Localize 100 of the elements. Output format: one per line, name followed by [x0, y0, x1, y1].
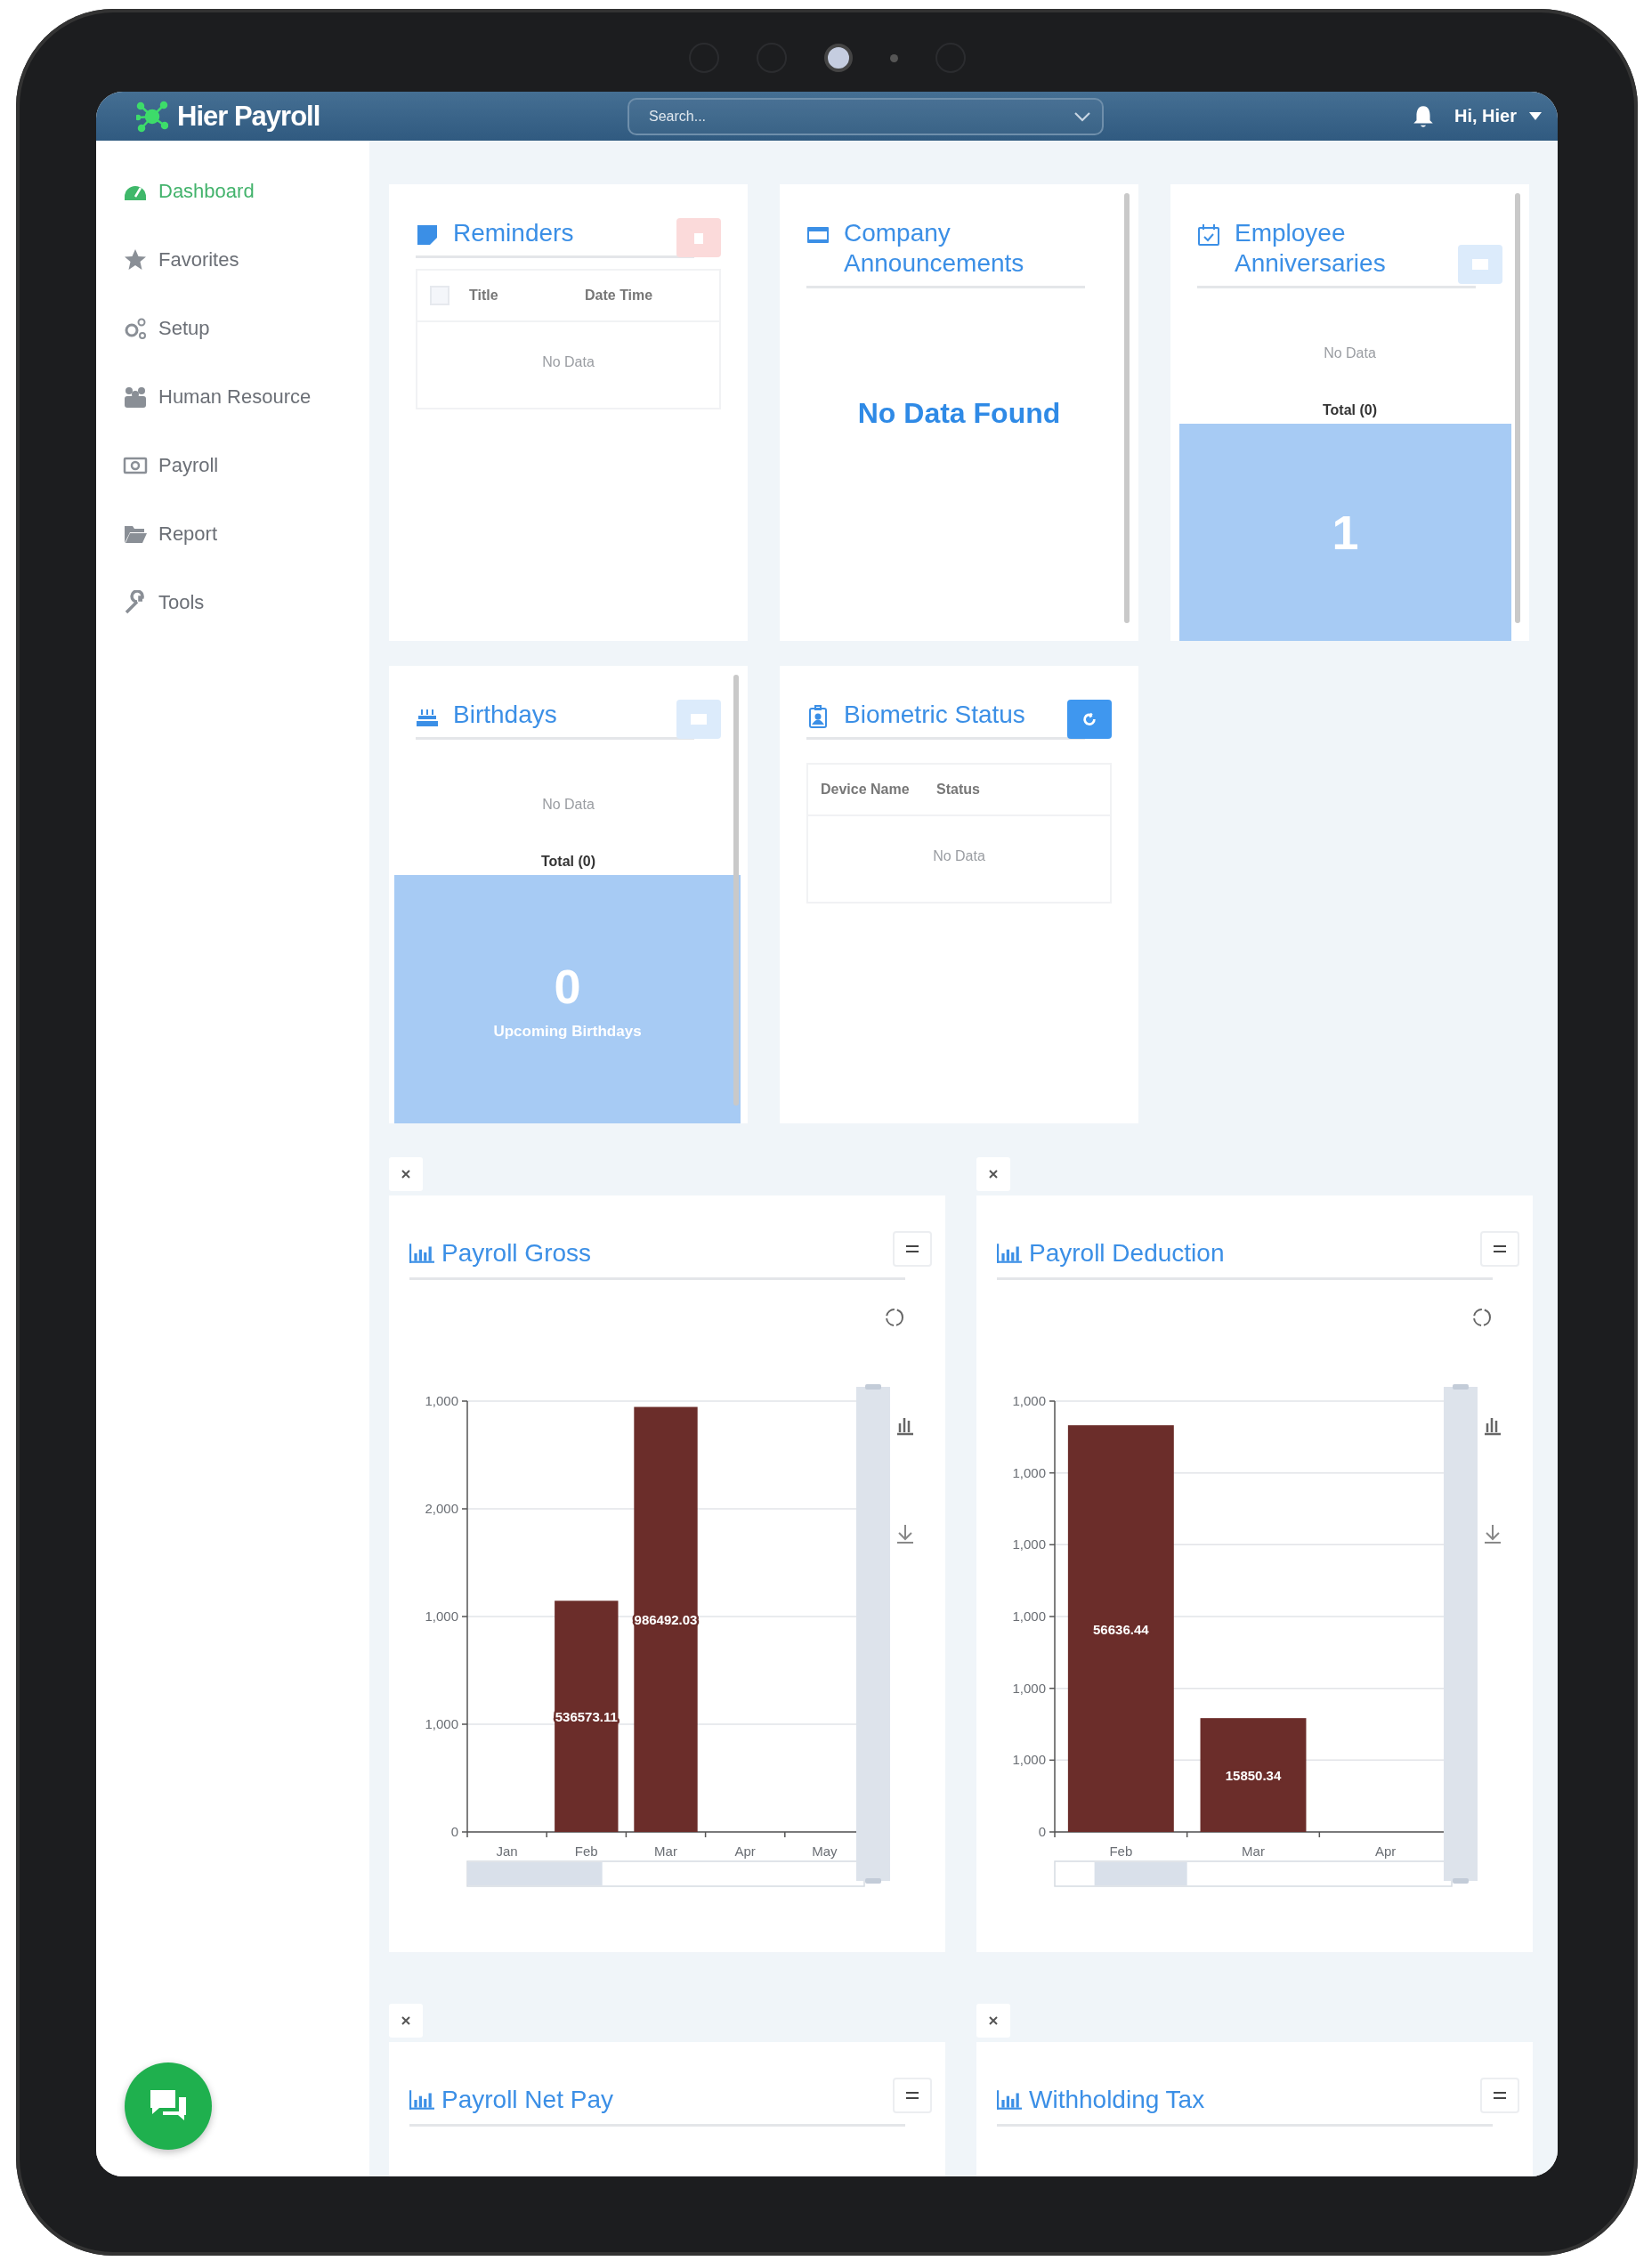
data-label: 15850.34 — [1225, 1768, 1282, 1784]
total-label: Total (0) — [540, 854, 596, 870]
axis-label: 0 — [450, 1824, 458, 1839]
close-icon — [401, 2015, 411, 2026]
axis-label: Apr — [734, 1844, 756, 1859]
card-title: Employee Anniversaries — [1235, 218, 1387, 279]
empty-message: No Data — [932, 847, 986, 865]
refresh-button[interactable] — [1067, 700, 1112, 739]
sidebar-item[interactable]: Payroll — [123, 431, 219, 499]
search-field[interactable]: Search... — [628, 97, 1104, 135]
slider-handle[interactable] — [865, 1384, 881, 1390]
download-icon[interactable] — [1484, 1524, 1502, 1544]
count-value: 1 — [1332, 505, 1359, 560]
axis-label: 1,000 — [1012, 1680, 1046, 1696]
card-title: Biometric Status — [844, 700, 1025, 730]
bar-chart-icon — [997, 1244, 1022, 1263]
chart-title: Payroll Deduction — [1029, 1238, 1225, 1268]
axis-label: Feb — [574, 1844, 598, 1859]
menu-button[interactable] — [893, 2078, 932, 2113]
close-icon — [988, 1169, 999, 1179]
axis-label: 0 — [1038, 1824, 1046, 1839]
axis-label: May — [812, 1844, 838, 1859]
axis-label: 1,000 — [1012, 1464, 1046, 1480]
user-menu[interactable]: Hi, Hier — [1446, 106, 1517, 126]
empty-message: No Data Found — [856, 397, 1062, 430]
scrollbar[interactable] — [733, 675, 739, 1106]
calendar-icon — [1197, 223, 1220, 247]
sidebar-item[interactable]: Human Resource — [123, 362, 312, 431]
empty-message: No Data — [1323, 344, 1377, 361]
slider-handle[interactable] — [865, 1878, 881, 1884]
axis-label: 1,000 — [1012, 1752, 1046, 1768]
range-slider-drawing[interactable] — [466, 1860, 865, 1887]
axis-label: Apr — [1375, 1844, 1397, 1859]
menu-icon — [1494, 1245, 1506, 1252]
chart-title: Withholding Tax — [1029, 2085, 1205, 2115]
scrollbar[interactable] — [1124, 193, 1130, 623]
data-label: 986492.03 — [634, 1612, 698, 1628]
note-icon — [416, 223, 439, 247]
bell-icon[interactable] — [1411, 103, 1435, 129]
axis-label: 2,000 — [425, 1501, 458, 1516]
menu-icon — [906, 2092, 919, 2099]
camera-icon — [823, 44, 853, 72]
download-icon[interactable] — [896, 1524, 914, 1544]
sensor-icon — [889, 53, 898, 62]
slider-handle[interactable] — [1453, 1878, 1469, 1884]
close-button[interactable] — [976, 1157, 1010, 1191]
checkbox[interactable] — [430, 286, 449, 305]
sidebar-item[interactable]: Setup — [123, 294, 210, 362]
chat-button[interactable] — [125, 2062, 212, 2150]
empty-message: No Data — [541, 353, 595, 371]
bar-chart-icon — [997, 2090, 1022, 2110]
close-button[interactable] — [389, 1157, 423, 1191]
close-icon — [988, 2015, 999, 2026]
close-button[interactable] — [389, 2004, 423, 2038]
sidebar-item[interactable]: Dashboard — [123, 157, 255, 225]
card-title: Reminders — [453, 218, 574, 248]
vertical-slider-drawing[interactable] — [856, 1387, 890, 1881]
close-button[interactable] — [976, 2004, 1010, 2038]
app-title: Hier Payroll — [177, 100, 320, 133]
axis-label: Mar — [654, 1844, 677, 1859]
menu-button[interactable] — [1480, 2078, 1519, 2113]
column-header: Date Time — [585, 288, 654, 304]
axis-label: Jan — [496, 1844, 518, 1859]
axis-label: 1,000 — [1012, 1536, 1046, 1552]
bar-chart-icon[interactable] — [895, 1416, 915, 1436]
column-header: Title — [469, 288, 499, 304]
refresh-icon — [1081, 711, 1097, 727]
menu-icon — [906, 1245, 919, 1252]
axis-label: 1,000 — [425, 1716, 458, 1731]
refresh-icon[interactable] — [1473, 1309, 1491, 1326]
slider-handle[interactable] — [1453, 1384, 1469, 1390]
bar-chart-icon[interactable] — [1483, 1416, 1502, 1436]
bar-chart-icon — [409, 1244, 434, 1263]
scrollbar[interactable] — [1515, 193, 1520, 623]
card-title: Birthdays — [453, 700, 557, 730]
axis-label: Feb — [1109, 1844, 1133, 1859]
molecule-icon — [136, 100, 168, 133]
axis-label: 1,000 — [425, 1393, 458, 1408]
menu-button[interactable] — [1480, 1231, 1519, 1267]
refresh-icon[interactable] — [886, 1309, 903, 1326]
chart-title: Payroll Gross — [441, 1238, 592, 1268]
card-title: Company Announcements — [844, 218, 1025, 279]
count-caption: Upcoming Birthdays — [493, 1022, 642, 1041]
chevron-down-icon — [1073, 110, 1091, 122]
count-value: 0 — [554, 958, 581, 1014]
vertical-slider-drawing[interactable] — [1444, 1387, 1478, 1881]
sidebar-item[interactable]: Favorites — [123, 225, 239, 294]
sidebar-item[interactable]: Report — [123, 499, 218, 568]
badge-icon — [806, 705, 830, 728]
column-header: Device Name — [821, 782, 911, 798]
column-header: Status — [936, 782, 981, 798]
empty-message: No Data — [541, 796, 595, 813]
axis-label: 1,000 — [1012, 1393, 1046, 1408]
menu-button[interactable] — [893, 1231, 932, 1267]
axis-label: 1,000 — [425, 1609, 458, 1624]
sidebar-item[interactable]: Tools — [123, 568, 205, 636]
range-slider-drawing[interactable] — [1054, 1860, 1453, 1887]
close-icon — [401, 1169, 411, 1179]
total-label: Total (0) — [1322, 402, 1378, 418]
menu-icon — [1494, 2092, 1506, 2099]
